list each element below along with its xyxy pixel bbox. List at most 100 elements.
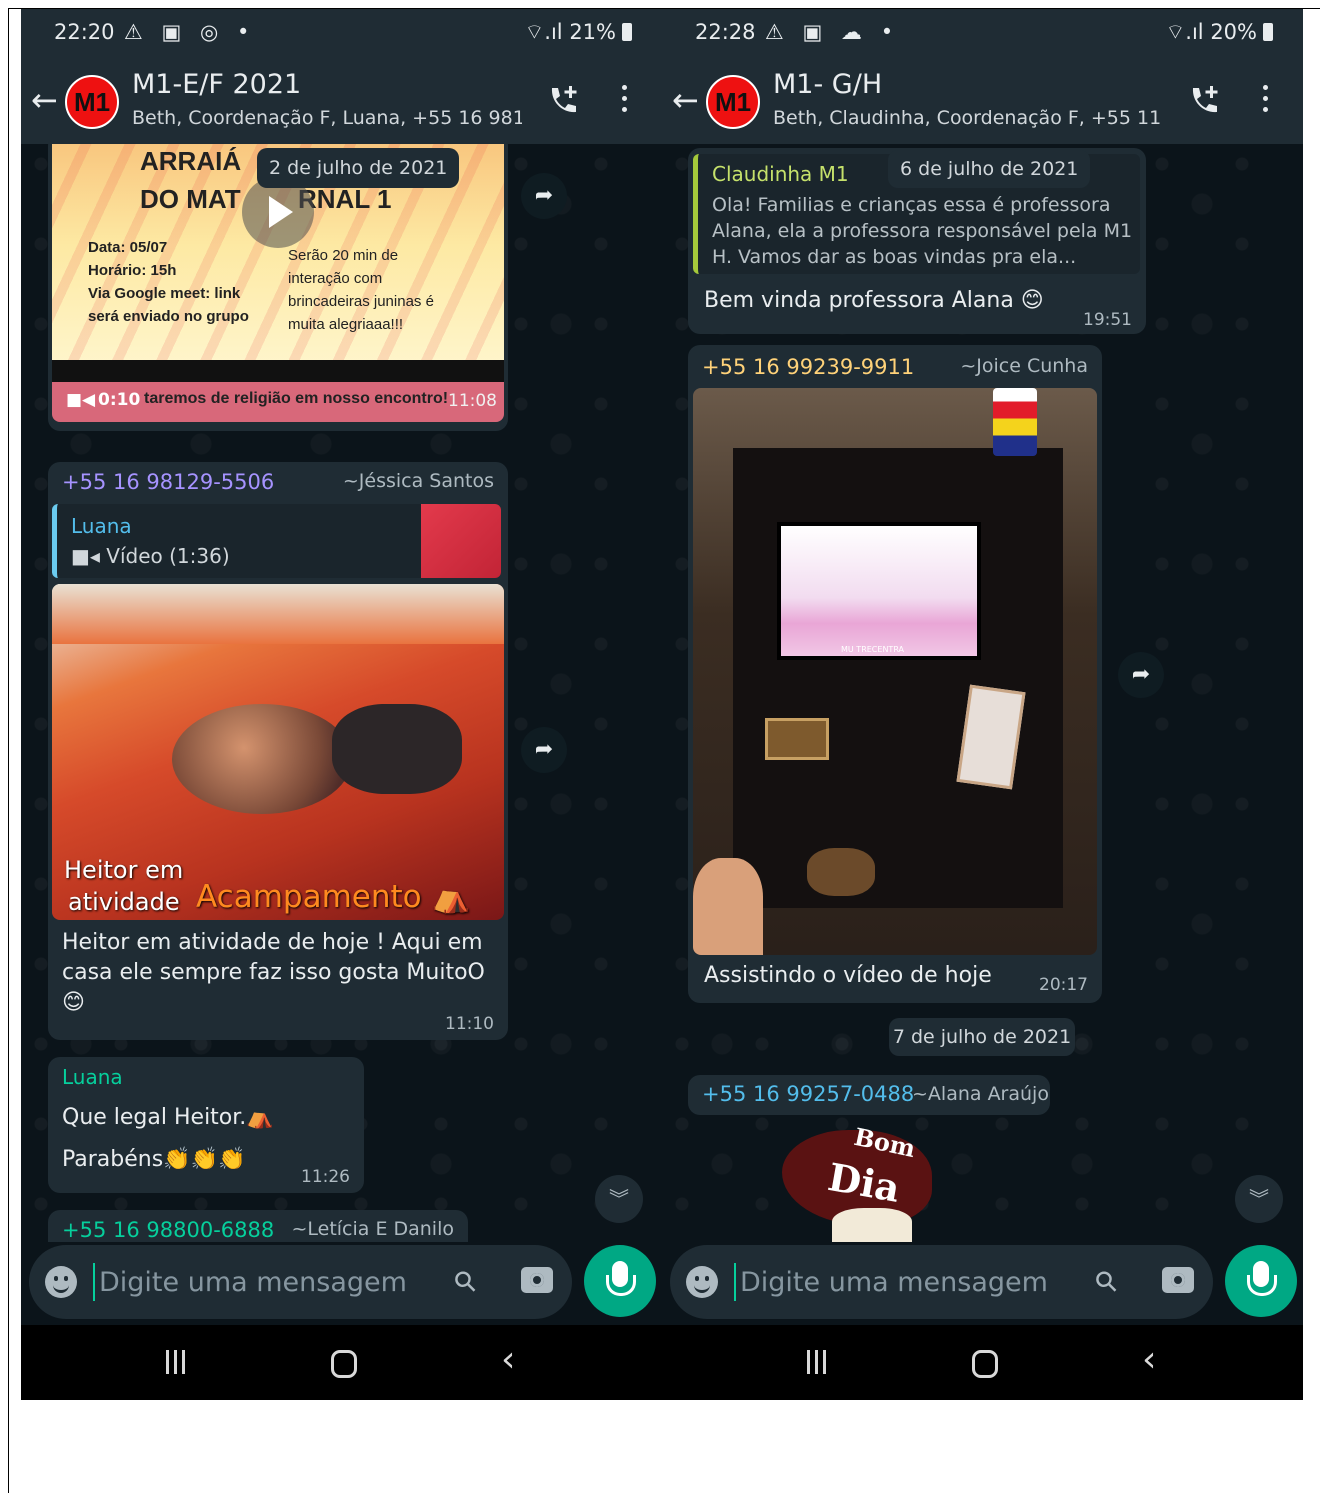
more-vert-icon[interactable] [619,85,629,115]
chat-title[interactable]: M1-E/F 2021 [132,69,301,100]
photo-caption-3: Acampamento ⛺ [196,879,471,915]
sender-phone[interactable]: +55 16 99239-9911 [702,355,914,379]
message-text: Heitor em atividade de hoje ! Aqui em ca… [62,930,485,1015]
nav-back-icon[interactable]: ‹ [501,1339,515,1380]
chevron-down-icon[interactable]: ︾ [1235,1175,1283,1223]
basket [807,848,875,896]
forward-icon[interactable]: ➦ [1118,652,1164,698]
sender-name: ~Joice Cunha [960,355,1088,377]
camera-icon[interactable] [1162,1267,1194,1293]
video-duration: 0:10 [98,390,141,410]
attach-icon[interactable]: ⚲ [446,1263,484,1301]
video-message-bubble[interactable]: ARRAIÁ DO MAT RNAL 1 2 de julho de 2021 … [48,144,508,431]
message-time: 19:51 [1083,310,1132,330]
home-icon[interactable] [972,1350,998,1378]
chat-area[interactable]: Claudinha M1 6 de julho de 2021 Ola! Fam… [662,144,1303,1242]
tv-label: MU TRECENTRA [841,645,905,654]
tv-screen: MU TRECENTRA [777,522,981,660]
video-caption: taremos de religião em nosso encontro! [144,390,449,407]
video-camera-icon: ■◀ [66,390,96,410]
message-time: 11:08 [448,391,497,411]
photo-attachment[interactable]: Heitor em atividade Acampamento ⛺ [52,584,504,920]
sender-phone[interactable]: +55 16 99257-0488 [702,1082,914,1106]
date-pill: 2 de julho de 2021 [257,148,460,188]
mic-button[interactable] [1225,1245,1297,1317]
chat-header: ← M1 M1-E/F 2021 Beth, Coordenação F, Lu… [21,55,662,144]
chevron-down-icon[interactable]: ︾ [595,1175,643,1223]
message-bubble-leticia[interactable]: +55 16 98800-6888 ~Letícia E Danilo [48,1210,468,1242]
more-vert-icon[interactable] [1260,85,1270,115]
forward-icon[interactable]: ➦ [521,173,567,219]
photo-attachment[interactable]: MU TRECENTRA [693,388,1097,955]
message-time: 11:26 [301,1167,350,1187]
message-input[interactable] [734,1263,1054,1301]
battery-icon [1263,23,1273,41]
status-time: 22:20 [54,20,115,44]
sender-name: ~Jéssica Santos [342,470,494,492]
child-figure [172,704,352,814]
sender-phone[interactable]: +55 16 98129-5506 [62,470,274,494]
recents-icon[interactable] [166,1350,192,1376]
coffee-cup [832,1208,912,1242]
sender-phone[interactable]: +55 16 98800-6888 [62,1218,274,1242]
chat-title[interactable]: M1- G/H [773,69,882,100]
home-icon[interactable] [331,1350,357,1378]
sender-name[interactable]: Luana [62,1065,123,1089]
video-icon: ■◂ [71,544,100,568]
group-avatar[interactable]: M1 [65,75,119,129]
recents-icon[interactable] [807,1350,833,1376]
chat-area[interactable]: ARRAIÁ DO MAT RNAL 1 2 de julho de 2021 … [21,144,662,1242]
message-input[interactable] [93,1263,413,1301]
nav-back-icon[interactable]: ‹ [1142,1339,1156,1380]
mic-icon [1247,1261,1277,1296]
mic-icon [606,1261,636,1296]
quote-author: Claudinha M1 [712,162,849,186]
message-composer: ⚲ [670,1245,1213,1319]
group-avatar[interactable]: M1 [706,75,760,129]
android-nav-bar: ‹ [21,1325,662,1400]
status-time: 22:28 [695,20,756,44]
back-arrow-icon[interactable]: ← [31,81,58,119]
quote-text: Ola! Familias e crianças essa é professo… [712,194,1133,268]
message-bubble-jessica[interactable]: +55 16 98129-5506 ~Jéssica Santos Luana … [48,462,508,1040]
child-legs [332,704,462,794]
message-time: 20:17 [1039,975,1088,995]
camera-icon[interactable] [521,1267,553,1293]
forward-icon[interactable]: ➦ [521,727,567,773]
mic-button[interactable] [584,1245,656,1317]
colored-cup [993,388,1037,456]
battery-icon [622,23,632,41]
quoted-message[interactable]: Luana ■◂ Vídeo (1:36) [52,504,501,578]
date-pill: 6 de julho de 2021 [888,150,1091,188]
chat-header: ← M1 M1- G/H Beth, Claudinha, Coordenaçã… [662,55,1303,144]
call-add-icon[interactable] [1185,83,1221,119]
phone-screenshot-left: 22:20 ⚠ ▣ ◎ • ⌔.ıl 21% ← M1 M1-E/F 2021 … [21,9,662,1400]
tent-roof [52,584,504,644]
photo-caption-1: Heitor em [64,856,184,884]
quoted-message[interactable]: Claudinha M1 6 de julho de 2021 Ola! Fam… [693,150,1140,274]
call-add-icon[interactable] [544,83,580,119]
emoji-icon[interactable] [45,1266,77,1298]
message-bubble-alana[interactable]: +55 16 99257-0488 ~Alana Araújo [688,1075,1050,1115]
poster-left-text: Data: 05/07 Horário: 15h Via Google meet: … [88,239,249,325]
phone-screenshot-right: 22:28 ⚠ ▣ ☁ • ⌔.ıl 20% ← M1 M1- G/H Beth… [662,9,1303,1400]
chat-participants[interactable]: Beth, Coordenação F, Luana, +55 16 981..… [132,107,522,129]
signal-icon: ⌔.ıl [524,20,563,44]
quote-author: Luana [71,514,132,538]
status-bar: 22:20 ⚠ ▣ ◎ • ⌔.ıl 21% [21,9,662,55]
video-frame-bottom [52,360,504,382]
chat-participants[interactable]: Beth, Claudinha, Coordenação F, +55 11 .… [773,107,1163,129]
date-pill: 7 de julho de 2021 [889,1018,1075,1056]
emoji-icon[interactable] [686,1266,718,1298]
message-bubble-joice[interactable]: +55 16 99239-9911 ~Joice Cunha MU TRECEN… [688,345,1102,1003]
back-arrow-icon[interactable]: ← [672,81,699,119]
video-thumbnail[interactable]: ARRAIÁ DO MAT RNAL 1 2 de julho de 2021 … [52,144,504,382]
poster-title-1: ARRAIÁ [140,146,242,176]
bom-dia-sticker[interactable]: Bom Dia [772,1122,962,1242]
attach-icon[interactable]: ⚲ [1087,1263,1125,1301]
message-composer: ⚲ [29,1245,572,1319]
message-bubble-luana[interactable]: Luana Que legal Heitor.⛺ Parabéns👏👏👏 11:… [48,1057,364,1193]
message-bubble-welcome[interactable]: Claudinha M1 6 de julho de 2021 Ola! Fam… [688,148,1146,334]
video-caption-bar: ■◀ 0:10 taremos de religião em nosso enc… [52,382,504,422]
battery-level: 20% [1210,20,1257,44]
